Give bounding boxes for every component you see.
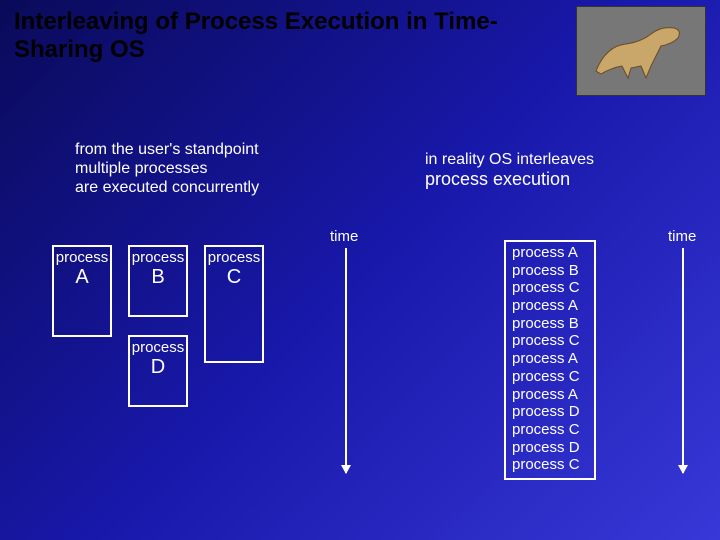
caption-line: multiple processes xyxy=(75,159,259,178)
time-label-right: time xyxy=(668,228,696,245)
time-arrow-right xyxy=(682,248,684,473)
process-label: process xyxy=(130,249,186,266)
schedule-entry: process D xyxy=(512,403,588,421)
caption-line: process execution xyxy=(425,169,594,191)
interleaved-schedule: process Aprocess Bprocess Cprocess Aproc… xyxy=(504,240,596,480)
slide-title: Interleaving of Process Execution in Tim… xyxy=(14,8,514,63)
caption-line: from the user's standpoint xyxy=(75,140,259,159)
schedule-entry: process A xyxy=(512,350,588,368)
reality-caption: in reality OS interleaves process execut… xyxy=(425,150,594,191)
process-box-c: process C xyxy=(204,245,264,363)
schedule-entry: process A xyxy=(512,386,588,404)
process-letter: C xyxy=(206,266,262,289)
process-label: process xyxy=(206,249,262,266)
schedule-entry: process C xyxy=(512,368,588,386)
process-box-a: process A xyxy=(52,245,112,337)
process-label: process xyxy=(54,249,110,266)
user-standpoint-caption: from the user's standpoint multiple proc… xyxy=(75,140,259,198)
caption-line: in reality OS interleaves xyxy=(425,150,594,169)
schedule-entry: process B xyxy=(512,262,588,280)
schedule-entry: process A xyxy=(512,244,588,262)
process-letter: D xyxy=(130,356,186,379)
schedule-entry: process B xyxy=(512,315,588,333)
schedule-entry: process A xyxy=(512,297,588,315)
process-letter: A xyxy=(54,266,110,289)
schedule-entry: process C xyxy=(512,456,588,474)
caption-line: are executed concurrently xyxy=(75,178,259,197)
schedule-entry: process C xyxy=(512,279,588,297)
process-letter: B xyxy=(130,266,186,289)
time-label-left: time xyxy=(330,228,358,245)
time-arrow-left xyxy=(345,248,347,473)
dinosaur-image xyxy=(576,6,706,96)
process-box-d: process D xyxy=(128,335,188,407)
schedule-entry: process C xyxy=(512,332,588,350)
process-label: process xyxy=(130,339,186,356)
schedule-entry: process C xyxy=(512,421,588,439)
schedule-entry: process D xyxy=(512,439,588,457)
process-box-b: process B xyxy=(128,245,188,317)
